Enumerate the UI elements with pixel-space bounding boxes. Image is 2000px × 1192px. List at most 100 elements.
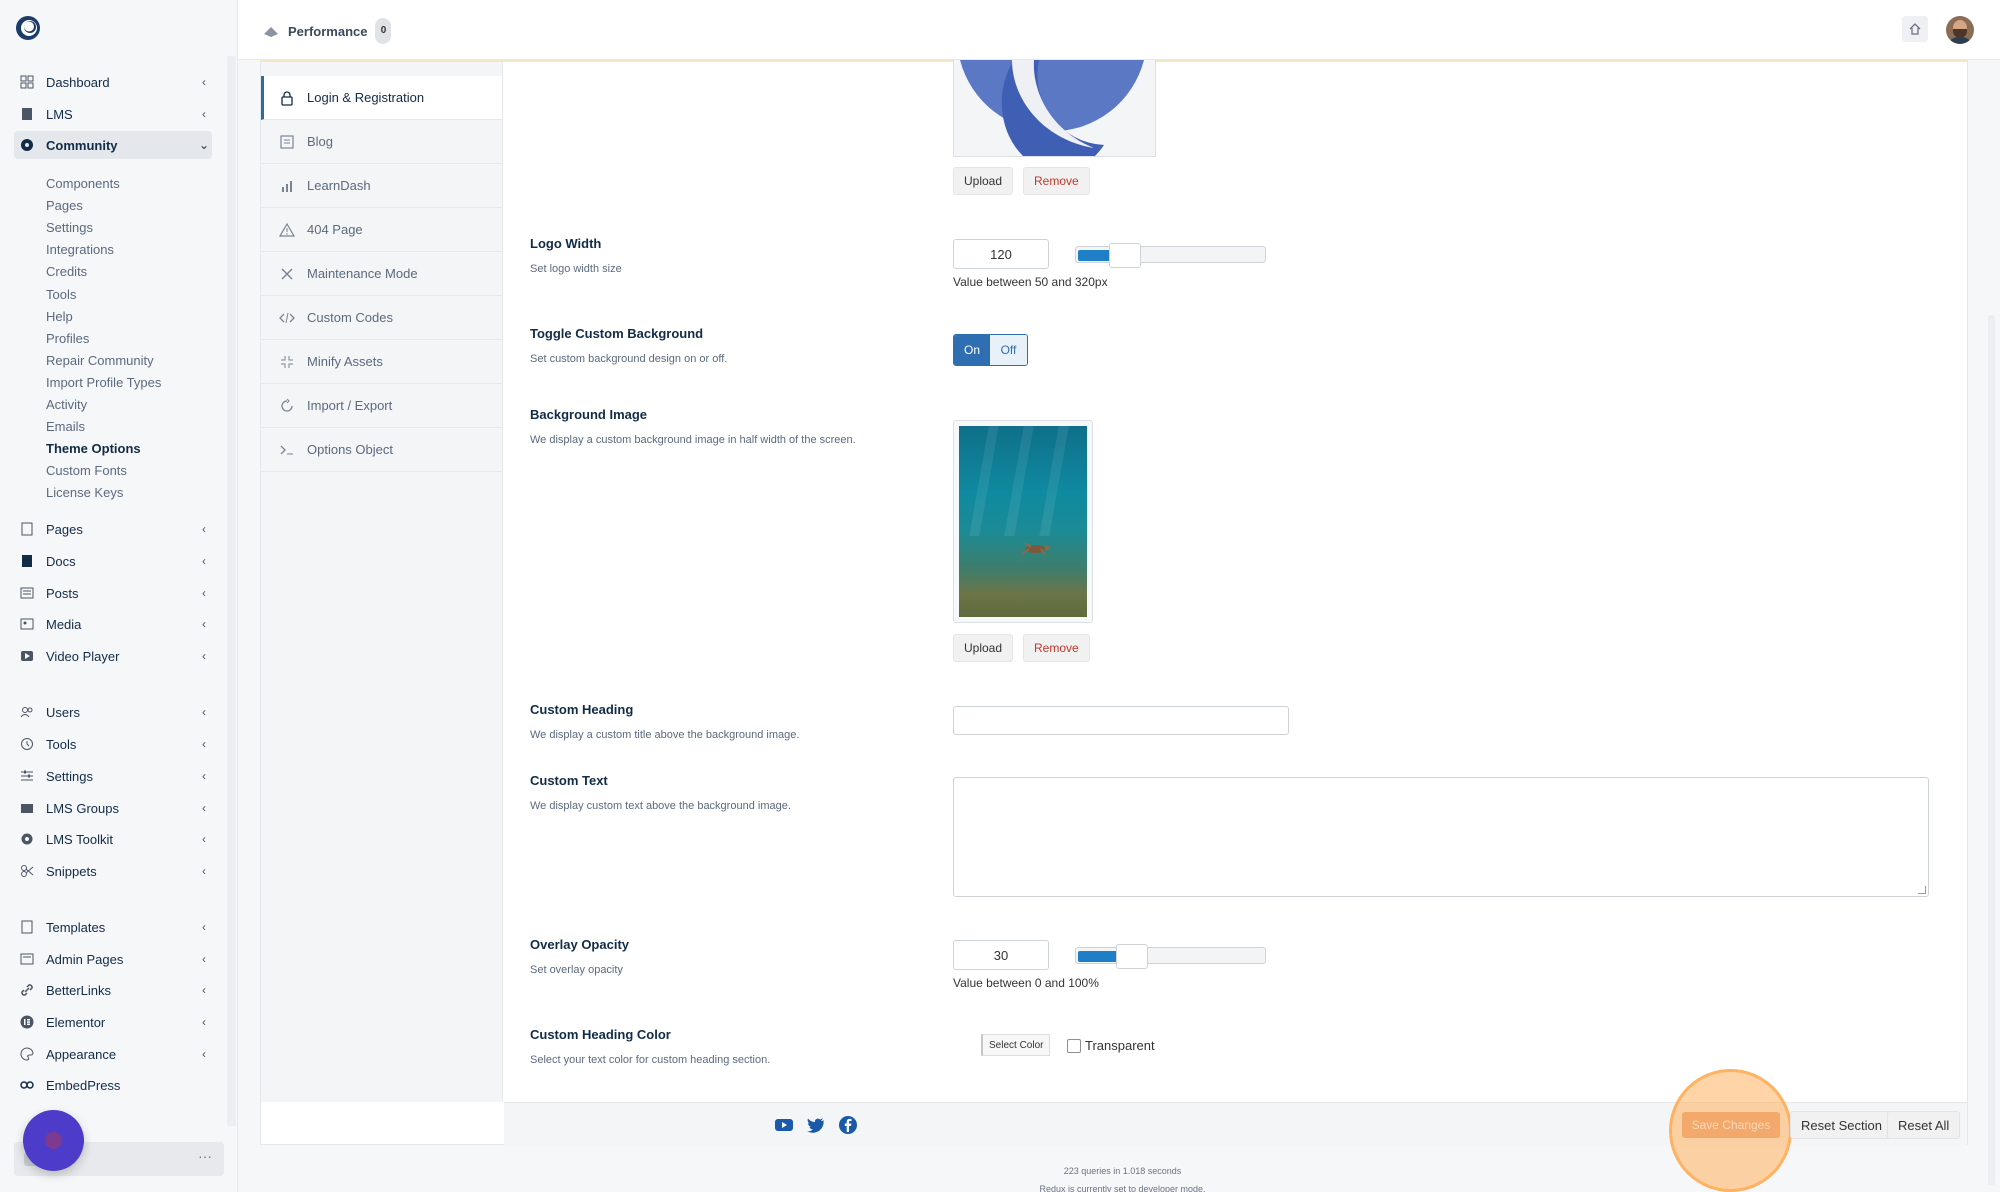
- sidebar-item-pages[interactable]: Pages ‹: [14, 515, 212, 543]
- submenu-item[interactable]: License Keys: [46, 485, 123, 500]
- sidebar-item-label: Elementor: [46, 1014, 106, 1030]
- users-icon: [20, 707, 33, 718]
- save-changes-button[interactable]: Save Changes: [1682, 1112, 1780, 1138]
- reset-section-button[interactable]: Reset Section: [1790, 1111, 1893, 1139]
- submenu-item[interactable]: Help: [46, 309, 73, 324]
- tab-login-registration[interactable]: Login & Registration: [261, 76, 502, 120]
- submenu-item[interactable]: Activity: [46, 397, 87, 412]
- sidebar-item-posts[interactable]: Posts ‹: [14, 579, 212, 607]
- dashboard-icon: [20, 75, 34, 89]
- appearance-icon: [20, 1047, 34, 1061]
- submenu-item[interactable]: Profiles: [46, 331, 89, 346]
- logo-width-input[interactable]: 120: [953, 239, 1049, 269]
- submenu-item[interactable]: Import Profile Types: [46, 375, 161, 390]
- slider-handle[interactable]: [1116, 944, 1148, 969]
- slider-handle[interactable]: [1109, 243, 1141, 268]
- bg-remove-button[interactable]: Remove: [1023, 634, 1090, 662]
- twitter-icon[interactable]: [806, 1115, 826, 1135]
- custom-text-title: Custom Text: [530, 773, 608, 788]
- tab-learndash[interactable]: LearnDash: [261, 164, 502, 208]
- logo-remove-button[interactable]: Remove: [1023, 167, 1090, 195]
- submenu-item[interactable]: Emails: [46, 419, 85, 434]
- sidebar-item-settings[interactable]: Settings ‹: [14, 762, 212, 790]
- more-icon[interactable]: ···: [198, 1148, 212, 1164]
- sidebar-item-betterlinks[interactable]: BetterLinks ‹: [14, 976, 212, 1004]
- sidebar-item-admin-pages[interactable]: Admin Pages ‹: [14, 945, 212, 973]
- sidebar-item-tools[interactable]: Tools ‹: [14, 730, 212, 758]
- toggle-bg-title: Toggle Custom Background: [530, 326, 704, 341]
- sidebar-item-embedpress[interactable]: EmbedPress: [14, 1071, 212, 1099]
- custom-text-textarea[interactable]: [953, 777, 1929, 897]
- submenu-item[interactable]: Custom Fonts: [46, 463, 127, 478]
- sidebar-item-dashboard[interactable]: Dashboard ‹: [14, 68, 212, 96]
- sidebar-item-docs[interactable]: Docs ‹: [14, 547, 212, 575]
- sidebar-scrollbar[interactable]: [227, 56, 236, 1126]
- submenu-item[interactable]: Components: [46, 176, 120, 191]
- avatar[interactable]: [1946, 16, 1974, 44]
- submenu-item[interactable]: Credits: [46, 264, 87, 279]
- home-button[interactable]: [1902, 16, 1928, 42]
- tab-404-page[interactable]: 404 Page: [261, 208, 502, 252]
- toggle-on-option[interactable]: On: [954, 335, 990, 365]
- chevron-left-icon: ‹: [202, 952, 206, 966]
- tab-import-export[interactable]: Import / Export: [261, 384, 502, 428]
- submenu-item-current[interactable]: Theme Options: [46, 441, 141, 456]
- sidebar-item-elementor[interactable]: Elementor ‹: [14, 1008, 212, 1036]
- reset-all-button[interactable]: Reset All: [1887, 1111, 1961, 1139]
- blog-icon: [280, 134, 294, 149]
- logo-image: [960, 60, 1144, 156]
- custom-background-toggle[interactable]: On Off: [953, 334, 1028, 366]
- chevron-left-icon: ‹: [202, 832, 206, 846]
- submenu-item[interactable]: Pages: [46, 198, 83, 213]
- custom-heading-input[interactable]: [953, 706, 1289, 735]
- bg-upload-button[interactable]: Upload: [953, 634, 1014, 662]
- logo-upload-button[interactable]: Upload: [953, 167, 1014, 195]
- sidebar-item-templates[interactable]: Templates ‹: [14, 913, 212, 941]
- sidebar-item-users[interactable]: Users ‹: [14, 698, 212, 726]
- select-color-button[interactable]: Select Color: [981, 1034, 1051, 1056]
- toggle-off-option[interactable]: Off: [990, 335, 1027, 365]
- chat-launcher-button[interactable]: [23, 1110, 84, 1171]
- transparent-checkbox[interactable]: [1067, 1039, 1081, 1053]
- tab-label: 404 Page: [307, 222, 363, 237]
- sidebar-item-label: BetterLinks: [46, 982, 112, 998]
- tab-label: Maintenance Mode: [307, 266, 418, 281]
- site-logo-icon[interactable]: [14, 14, 42, 42]
- logo-width-slider[interactable]: [1075, 243, 1266, 268]
- tab-label: Import / Export: [307, 398, 393, 413]
- sidebar-item-label: Users: [46, 704, 80, 720]
- chevron-left-icon: ‹: [202, 769, 206, 783]
- sidebar-item-lms-toolkit[interactable]: LMS Toolkit ‹: [14, 825, 212, 853]
- submenu-item[interactable]: Settings: [46, 220, 93, 235]
- sidebar-item-snippets[interactable]: Snippets ‹: [14, 857, 212, 885]
- chevron-left-icon: ‹: [202, 737, 206, 751]
- toolkit-icon: [21, 833, 33, 845]
- submenu-item[interactable]: Integrations: [46, 242, 114, 257]
- tab-options-object[interactable]: Options Object: [261, 428, 502, 472]
- sidebar-item-lms[interactable]: LMS ‹: [14, 100, 212, 128]
- tab-label: Blog: [307, 134, 334, 149]
- youtube-icon[interactable]: [774, 1115, 794, 1135]
- tab-maintenance-mode[interactable]: Maintenance Mode: [261, 252, 502, 296]
- sidebar-item-community[interactable]: Community ⌄: [14, 131, 212, 159]
- tab-minify-assets[interactable]: Minify Assets: [261, 340, 502, 384]
- sidebar-item-appearance[interactable]: Appearance ‹: [14, 1040, 212, 1068]
- tab-blog[interactable]: Blog: [261, 120, 502, 164]
- overlay-opacity-input[interactable]: 30: [953, 940, 1049, 970]
- tab-label: Login & Registration: [307, 90, 425, 105]
- tab-custom-codes[interactable]: Custom Codes: [261, 296, 502, 340]
- facebook-icon[interactable]: [838, 1115, 858, 1135]
- performance-indicator[interactable]: Performance 0: [262, 18, 392, 44]
- resize-handle-icon[interactable]: [1918, 886, 1926, 894]
- page-scrollbar[interactable]: [1988, 315, 1995, 1185]
- overlay-opacity-slider[interactable]: [1075, 944, 1266, 969]
- submenu-item[interactable]: Repair Community: [46, 353, 154, 368]
- sidebar-item-lms-groups[interactable]: LMS Groups ‹: [14, 794, 212, 822]
- community-icon: [21, 139, 33, 151]
- options-tabs: Login & Registration Blog LearnDash 404 …: [261, 62, 503, 1102]
- chevron-left-icon: ‹: [202, 554, 206, 568]
- submenu-item[interactable]: Tools: [46, 287, 76, 302]
- sidebar-item-label: Tools: [46, 736, 77, 752]
- sidebar-item-video-player[interactable]: Video Player ‹: [14, 642, 212, 670]
- sidebar-item-media[interactable]: Media ‹: [14, 610, 212, 638]
